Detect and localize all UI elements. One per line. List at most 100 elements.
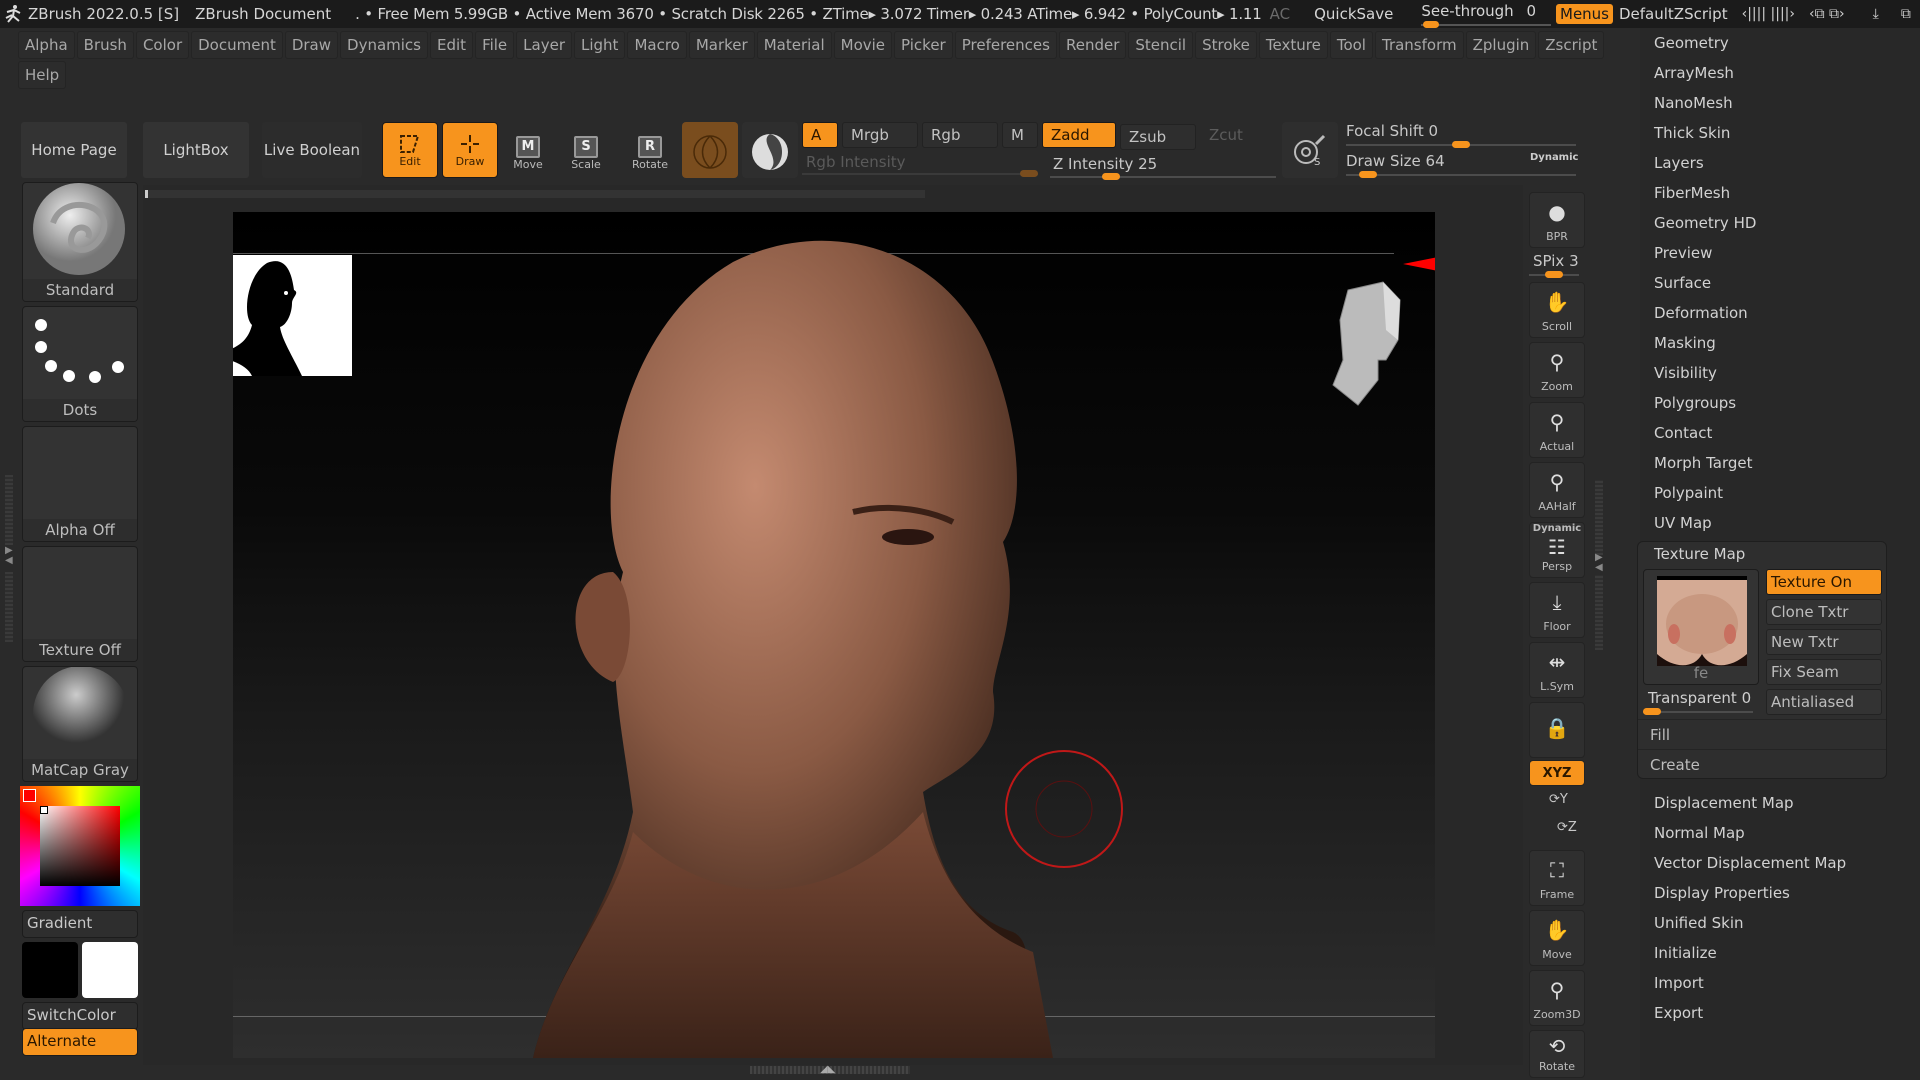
palette-preview[interactable]: Preview — [1654, 244, 1712, 262]
palette-unified-skin[interactable]: Unified Skin — [1654, 914, 1744, 932]
menu-draw[interactable]: Draw — [284, 31, 339, 59]
palette-normal-map[interactable]: Normal Map — [1654, 824, 1745, 842]
see-through-track[interactable] — [1421, 24, 1552, 26]
menu-zplugin[interactable]: Zplugin — [1465, 31, 1537, 59]
brush-selector[interactable]: Standard — [22, 182, 138, 302]
texture-on-button[interactable]: Texture On — [1766, 569, 1882, 595]
minimize-icon[interactable]: ⤓ — [1873, 6, 1879, 22]
palette-vector-displacement-map[interactable]: Vector Displacement Map — [1654, 854, 1846, 872]
palette-geometry[interactable]: Geometry — [1654, 34, 1729, 52]
live-boolean-button[interactable]: Live Boolean — [262, 122, 362, 178]
menu-edit[interactable]: Edit — [430, 31, 474, 59]
rgb-intensity-knob[interactable] — [1020, 170, 1038, 177]
zoom3d-button[interactable]: ⚲ Zoom3D — [1529, 970, 1585, 1026]
focal-shift-slider[interactable]: Focal Shift 0 — [1346, 122, 1438, 140]
primary-color-swatch[interactable] — [22, 942, 78, 998]
menu-help[interactable]: Help — [18, 61, 67, 89]
palette-fibermesh[interactable]: FiberMesh — [1654, 184, 1730, 202]
rotate-y-toggle[interactable]: ⟳Y — [1549, 792, 1568, 807]
menu-picker[interactable]: Picker — [894, 31, 953, 59]
menu-file[interactable]: File — [475, 31, 515, 59]
palette-uv-map[interactable]: UV Map — [1654, 514, 1712, 532]
axis-gizmo-icon[interactable] — [1403, 252, 1435, 332]
texture-thumbnail[interactable]: fe — [1643, 569, 1759, 685]
palette-geometry-hd[interactable]: Geometry HD — [1654, 214, 1756, 232]
gradient-button[interactable]: Gradient — [22, 910, 138, 938]
rgb-toggle[interactable]: Rgb — [922, 122, 998, 148]
rotate-z-toggle[interactable]: ⟳Z — [1557, 820, 1577, 835]
texture-map-title[interactable]: Texture Map — [1654, 545, 1745, 563]
secondary-color-swatch[interactable] — [82, 942, 138, 998]
see-through-slider[interactable]: See-through 0 — [1421, 2, 1552, 28]
menu-document[interactable]: Document — [191, 31, 283, 59]
draw-size-knob[interactable] — [1358, 171, 1377, 178]
rotate-xyz-toggle[interactable]: XYZ — [1529, 760, 1585, 786]
palette-arraymesh[interactable]: ArrayMesh — [1654, 64, 1734, 82]
menu-material[interactable]: Material — [756, 31, 832, 59]
palette-layers[interactable]: Layers — [1654, 154, 1704, 172]
right-tray-arrow-icon[interactable]: ▶ ◀ — [1595, 553, 1603, 573]
clone-txtr-button[interactable]: Clone Txtr — [1766, 599, 1882, 625]
move-mode-button[interactable]: M Move — [500, 128, 556, 178]
transparent-knob[interactable] — [1643, 708, 1661, 715]
layout-toggle-icon[interactable]: ‹⧉ ⧉› — [1809, 6, 1845, 22]
m-toggle[interactable]: M — [1002, 122, 1038, 148]
palette-display-properties[interactable]: Display Properties — [1654, 884, 1790, 902]
zcut-toggle[interactable]: Zcut — [1200, 122, 1260, 148]
aahalf-button[interactable]: ⚲ AAHalf — [1529, 462, 1585, 518]
lightbox-button[interactable]: LightBox — [143, 122, 249, 178]
palette-surface[interactable]: Surface — [1654, 274, 1711, 292]
z-intensity-knob[interactable] — [1102, 173, 1120, 180]
palette-visibility[interactable]: Visibility — [1654, 364, 1717, 382]
focal-shift-knob[interactable] — [1452, 141, 1470, 148]
left-tray-arrow-icon[interactable]: ▶ ◀ — [5, 546, 13, 566]
zadd-toggle[interactable]: Zadd — [1042, 122, 1116, 148]
z-intensity-slider[interactable]: Z Intensity 25 — [1053, 155, 1157, 173]
bpr-button[interactable]: ● BPR — [1529, 192, 1585, 248]
menu-zscript[interactable]: Zscript — [1538, 31, 1605, 59]
rotate-mode-button[interactable]: R Rotate — [622, 128, 678, 178]
a-toggle[interactable]: A — [802, 122, 838, 148]
switch-color-button[interactable]: SwitchColor — [22, 1002, 138, 1030]
spix-knob[interactable] — [1545, 271, 1563, 278]
zoom-button[interactable]: ⚲ Zoom — [1529, 342, 1585, 398]
menu-brush[interactable]: Brush — [76, 31, 134, 59]
left-tray-handle-lower[interactable] — [5, 572, 13, 642]
material-swatch-button[interactable] — [742, 122, 798, 178]
home-page-button[interactable]: Home Page — [21, 122, 127, 178]
menu-stroke[interactable]: Stroke — [1195, 31, 1257, 59]
menu-render[interactable]: Render — [1058, 31, 1127, 59]
zsub-toggle[interactable]: Zsub — [1120, 124, 1196, 150]
scroll-button[interactable]: ✋ Scroll — [1529, 282, 1585, 338]
menu-texture[interactable]: Texture — [1258, 31, 1328, 59]
create-button[interactable]: Create — [1638, 749, 1886, 779]
palette-displacement-map[interactable]: Displacement Map — [1654, 794, 1794, 812]
new-txtr-button[interactable]: New Txtr — [1766, 629, 1882, 655]
color-picker[interactable] — [20, 786, 140, 906]
menu-marker[interactable]: Marker — [688, 31, 755, 59]
right-tray-handle[interactable] — [1595, 480, 1603, 555]
draw-mode-button[interactable]: Draw — [442, 122, 498, 178]
palette-contact[interactable]: Contact — [1654, 424, 1712, 442]
see-through-knob[interactable] — [1423, 21, 1440, 28]
spix-slider[interactable]: SPix 3 — [1533, 252, 1579, 270]
menu-light[interactable]: Light — [574, 31, 626, 59]
menu-macro[interactable]: Macro — [627, 31, 687, 59]
menu-dynamics[interactable]: Dynamics — [340, 31, 428, 59]
rotate-view-button[interactable]: ⟲ Rotate — [1529, 1030, 1585, 1078]
ac-button[interactable]: AC — [1270, 5, 1290, 23]
restore-icon[interactable]: ⧉ — [1901, 6, 1911, 22]
menu-transform[interactable]: Transform — [1374, 31, 1464, 59]
palette-polypaint[interactable]: Polypaint — [1654, 484, 1723, 502]
palette-initialize[interactable]: Initialize — [1654, 944, 1717, 962]
default-zscript-button[interactable]: DefaultZScript — [1619, 5, 1728, 23]
stroke-selector[interactable]: Dots — [22, 306, 138, 422]
palette-nanomesh[interactable]: NanoMesh — [1654, 94, 1733, 112]
menu-stencil[interactable]: Stencil — [1128, 31, 1194, 59]
perspective-button[interactable]: Dynamic ☷ Persp — [1529, 522, 1585, 578]
menu-alpha[interactable]: Alpha — [18, 31, 75, 59]
antialiased-button[interactable]: Antialiased — [1766, 689, 1882, 715]
palette-morph-target[interactable]: Morph Target — [1654, 454, 1753, 472]
actual-button[interactable]: ⚲ Actual — [1529, 402, 1585, 458]
palette-export[interactable]: Export — [1654, 1004, 1703, 1022]
